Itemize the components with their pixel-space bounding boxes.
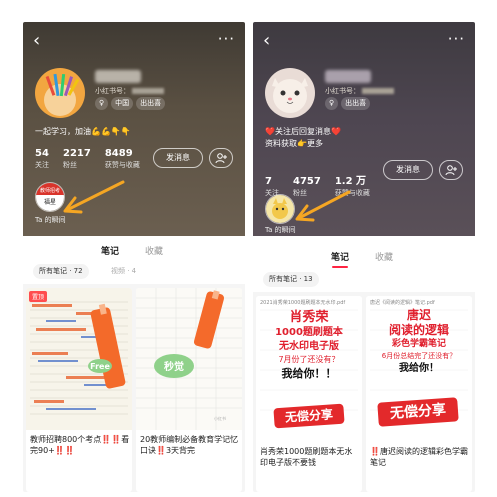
bio-text: 一起学习，加油💪💪👇👇 (35, 127, 131, 136)
svg-text:秒觉: 秒觉 (164, 360, 184, 373)
note-title: 肖秀荣1000题刷题本无水印电子版不要钱 (260, 447, 353, 467)
note-card[interactable]: 唐迟《阅读的逻辑》笔记.pdf 唐迟 阅读的逻辑 彩色学霸笔记 6月份总结完了还… (366, 296, 472, 492)
svg-text:小红书: 小红书 (214, 415, 226, 421)
tab-collections[interactable]: 收藏 (145, 244, 163, 257)
svg-text:教师招考: 教师招考 (40, 187, 60, 194)
message-button[interactable]: 发消息 (153, 148, 203, 168)
tab-notes[interactable]: 笔记 (331, 250, 349, 263)
hometown-tag: 出出喜 (136, 97, 166, 110)
pinned-badge: 置顶 (29, 291, 48, 302)
note-image: 秒觉 小红书 (136, 288, 242, 430)
filter-videos[interactable]: 视频 · 4 (111, 266, 136, 276)
profile-screen-right: ‹ ··· 小红书号： ♀ 出出喜 ❤️关注后回复消息❤️ 资料获取👉更多 7关… (253, 22, 475, 492)
profile-header: ‹ ··· 小红书号： ♀ 中国 出出喜 一起学习，加油💪💪👇👇 54 关注 22… (23, 22, 245, 236)
avatar[interactable] (35, 68, 85, 118)
bio-line-2: 资料获取👉更多 (265, 139, 323, 148)
stats-row: 54 关注 2217 粉丝 8489 获赞与收藏 (35, 148, 140, 170)
cover-overlay-text: 肖秀荣 1000题刷题本 无水印电子版 7月份了还没有？ 我给你！！ (275, 310, 343, 380)
bio-text: ❤️关注后回复消息❤️ 资料获取👉更多 (265, 126, 341, 150)
location-tag: 中国 (111, 97, 134, 110)
username-blurred (95, 70, 141, 83)
profile-screen-left: ‹ ··· 小红书号： ♀ 中国 出出喜 一起学习，加油💪💪👇👇 54 关注 22… (23, 22, 245, 492)
message-button[interactable]: 发消息 (383, 160, 433, 180)
person-plus-icon[interactable] (439, 160, 463, 180)
following-stat[interactable]: 54 关注 (35, 148, 49, 170)
note-image: Free (26, 288, 132, 430)
moment-label: Ta 的瞬间 (265, 226, 296, 234)
profile-tags: ♀ 出出喜 (325, 97, 371, 110)
note-card[interactable]: Free 置顶 教师招聘800个考点‼️‼️看完90+‼️‼️ (26, 288, 132, 492)
gender-tag: ♀ (95, 97, 109, 110)
note-image: 2021肖秀荣1000题刷题本无水印.pdf 肖秀荣 1000题刷题本 无水印电… (256, 296, 362, 444)
svg-text:福星: 福星 (44, 198, 56, 206)
note-filter-bar: 所有笔记 · 72 视频 · 4 (23, 260, 245, 282)
moment-avatar[interactable]: 教师招考 福星 (35, 182, 65, 212)
avatar[interactable] (265, 68, 315, 118)
account-id: 小红书号： (325, 86, 394, 96)
gender-tag: ♀ (325, 97, 339, 110)
back-arrow-icon[interactable]: ‹ (33, 32, 40, 50)
svg-text:Free: Free (90, 362, 110, 371)
followers-stat[interactable]: 2217 粉丝 (63, 148, 91, 170)
filter-all-notes[interactable]: 所有笔记 · 72 (33, 264, 89, 279)
hometown-tag: 出出喜 (341, 97, 371, 110)
back-arrow-icon[interactable]: ‹ (263, 32, 270, 50)
filter-all-notes[interactable]: 所有笔记 · 13 (263, 272, 319, 287)
likes-stat[interactable]: 1.2 万获赞与收藏 (335, 176, 370, 198)
person-plus-icon[interactable] (209, 148, 233, 168)
notes-grid: Free 置顶 教师招聘800个考点‼️‼️看完90+‼️‼️ 秒觉 小红书 2… (23, 284, 245, 492)
bio-line-1: ❤️关注后回复消息❤️ (265, 127, 341, 136)
note-card[interactable]: 2021肖秀荣1000题刷题本无水印.pdf 肖秀荣 1000题刷题本 无水印电… (256, 296, 362, 492)
more-options-icon[interactable]: ··· (218, 30, 235, 48)
moment-avatar[interactable] (265, 194, 295, 224)
likes-stat[interactable]: 8489 获赞与收藏 (105, 148, 140, 170)
tab-notes[interactable]: 笔记 (101, 244, 119, 257)
note-title: 教师招聘800个考点‼️‼️看完90+‼️‼️ (30, 435, 130, 455)
tab-collections[interactable]: 收藏 (375, 250, 393, 263)
profile-header: ‹ ··· 小红书号： ♀ 出出喜 ❤️关注后回复消息❤️ 资料获取👉更多 7关… (253, 22, 475, 236)
moment-label: Ta 的瞬间 (35, 216, 66, 224)
followers-stat[interactable]: 4757 粉丝 (293, 176, 321, 198)
account-id: 小红书号： (95, 86, 164, 96)
note-image: 唐迟《阅读的逻辑》笔记.pdf 唐迟 阅读的逻辑 彩色学霸笔记 6月份总结完了还… (366, 296, 472, 444)
profile-tags: ♀ 中国 出出喜 (95, 97, 166, 110)
cover-overlay-text: 唐迟 阅读的逻辑 彩色学霸笔记 6月份总结完了还没有？ 我给你！ (381, 308, 457, 374)
note-filter-bar: 所有笔记 · 13 (253, 268, 475, 290)
note-title: ‼️唐迟阅读的逻辑彩色学霸笔记 (370, 447, 468, 467)
note-title: 20教师编制必备教育学记忆口诀‼️3天背完 (140, 435, 239, 455)
notes-grid: 2021肖秀荣1000题刷题本无水印.pdf 肖秀荣 1000题刷题本 无水印电… (253, 292, 475, 492)
username-blurred (325, 70, 371, 83)
note-card[interactable]: 秒觉 小红书 20教师编制必备教育学记忆口诀‼️3天背完 (136, 288, 242, 492)
more-options-icon[interactable]: ··· (448, 30, 465, 48)
